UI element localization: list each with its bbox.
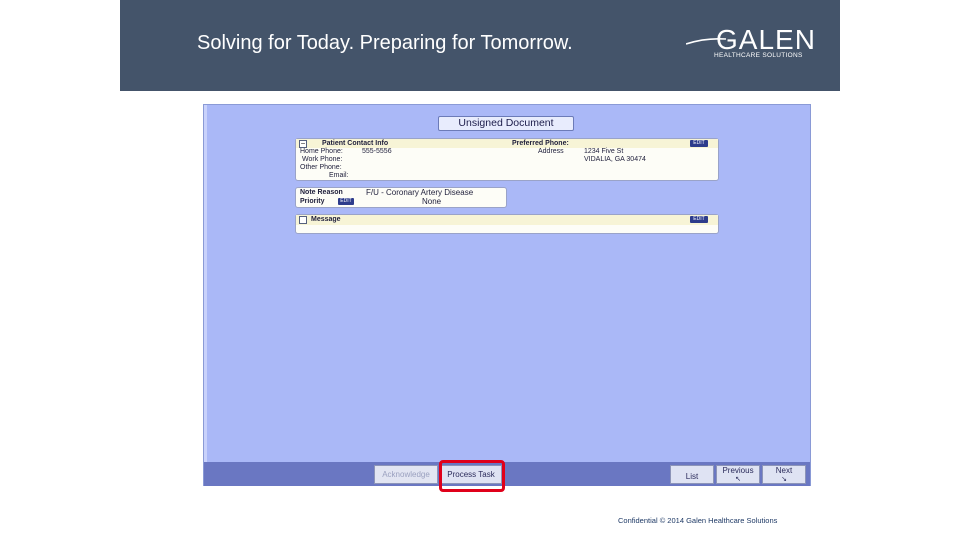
footer-confidential: Confidential © 2014 Galen Healthcare Sol… <box>618 516 778 525</box>
slide: Solving for Today. Preparing for Tomorro… <box>0 0 960 540</box>
address-line1: 1234 Five St <box>584 148 624 155</box>
app-screenshot: Unsigned Document − Patient Contact Info… <box>203 104 811 492</box>
document-title: Unsigned Document <box>438 116 574 131</box>
home-phone-value: 555-5556 <box>362 148 392 155</box>
list-button[interactable]: List <box>670 465 714 484</box>
next-button[interactable]: Next ↘ <box>762 465 806 484</box>
tagline: Solving for Today. Preparing for Tomorro… <box>197 32 573 54</box>
collapse-toggle[interactable]: − <box>299 140 307 148</box>
email-label: Email: <box>329 172 349 179</box>
note-reason-card: Note Reason F/U - Coronary Artery Diseas… <box>295 187 507 208</box>
message-card: Message EDIT <box>295 214 719 234</box>
previous-button[interactable]: Previous ↖ <box>716 465 760 484</box>
message-checkbox[interactable] <box>299 216 307 224</box>
panel-edge <box>204 105 207 485</box>
previous-label: Previous <box>722 466 754 475</box>
work-phone-label: Work Phone: <box>302 156 343 163</box>
address-line2: VIDALIA, GA 30474 <box>584 156 646 163</box>
priority-value: None <box>422 197 442 206</box>
contact-heading: Patient Contact Info <box>322 140 389 147</box>
bottom-toolbar: Acknowledge Process Task List Previous ↖… <box>204 462 810 486</box>
contact-edit-button[interactable]: EDIT <box>690 140 708 147</box>
message-edit-button[interactable]: EDIT <box>690 216 708 223</box>
note-reason-label: Note Reason <box>300 189 343 196</box>
message-label: Message <box>311 216 341 223</box>
message-card-header <box>296 215 718 225</box>
galen-logo: GALEN HEALTHCARE SOLUTIONS <box>686 24 816 64</box>
home-phone-label: Home Phone: <box>300 148 343 155</box>
priority-edit-button[interactable]: EDIT <box>338 198 354 205</box>
other-phone-label: Other Phone: <box>300 164 342 171</box>
next-arrow-icon: ↘ <box>781 476 787 483</box>
previous-arrow-icon: ↖ <box>735 476 741 483</box>
process-task-highlight <box>439 460 505 492</box>
next-label: Next <box>775 466 793 475</box>
header-band: Solving for Today. Preparing for Tomorro… <box>120 0 840 91</box>
acknowledge-button[interactable]: Acknowledge <box>374 465 438 484</box>
note-reason-value: F/U - Coronary Artery Disease <box>366 188 474 197</box>
patient-contact-card: − Patient Contact Info Preferred Phone: … <box>295 138 719 181</box>
address-label: Address <box>538 148 564 155</box>
logo-subtext: HEALTHCARE SOLUTIONS <box>714 52 803 59</box>
preferred-phone-label: Preferred Phone: <box>512 140 569 147</box>
priority-label: Priority <box>300 198 325 205</box>
